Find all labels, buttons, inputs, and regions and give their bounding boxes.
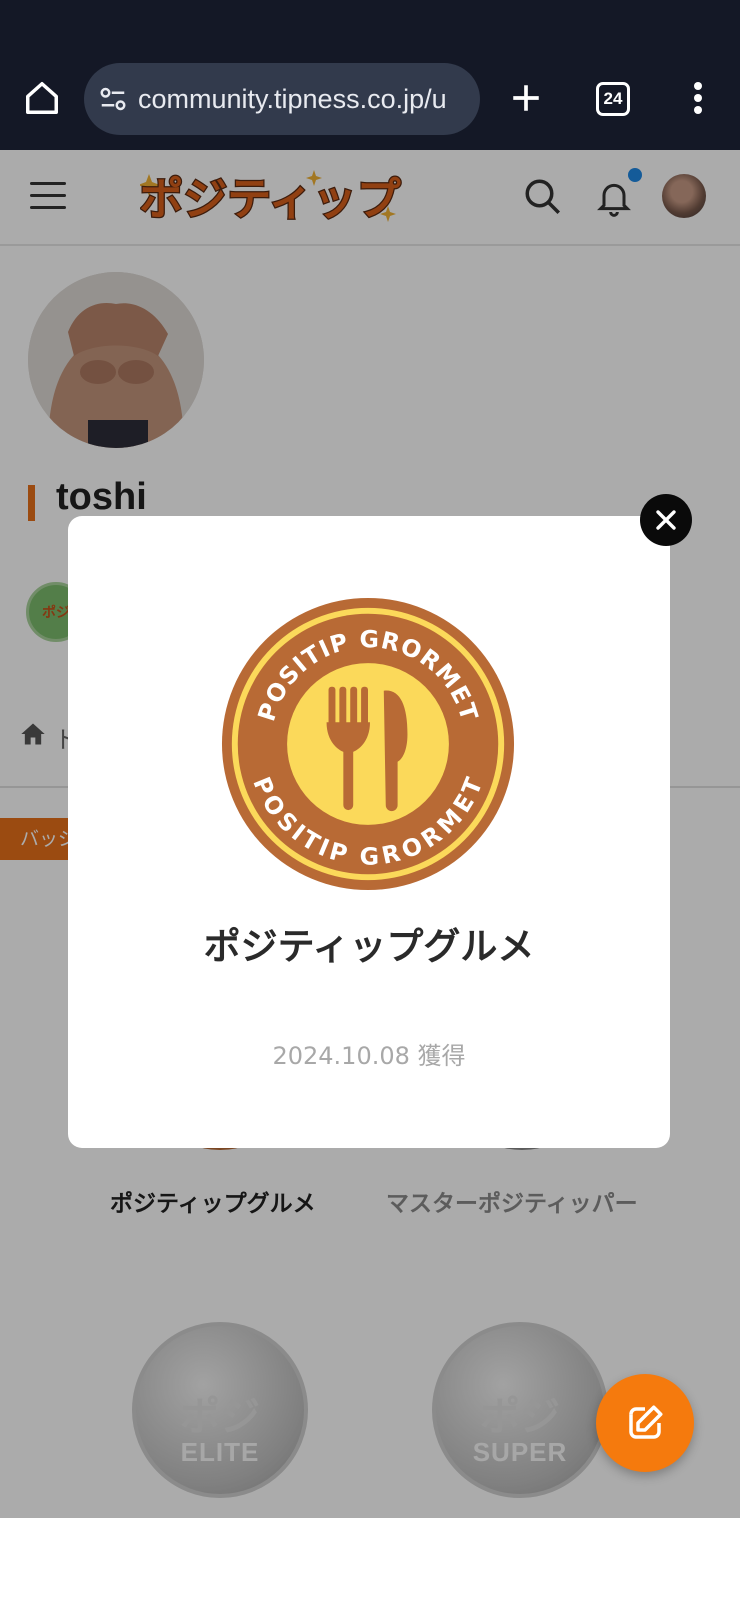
close-icon <box>656 510 676 530</box>
new-tab-icon[interactable] <box>502 74 550 122</box>
address-bar[interactable]: community.tipness.co.jp/u <box>84 63 480 135</box>
more-menu-icon[interactable] <box>678 74 718 122</box>
edit-icon <box>629 1405 663 1439</box>
modal-close-button[interactable] <box>640 494 692 546</box>
home-icon[interactable] <box>18 74 66 122</box>
modal-badge-title: ポジティップグルメ <box>203 925 535 968</box>
compose-post-button[interactable] <box>596 1374 694 1472</box>
tab-switcher-button[interactable]: 24 <box>590 76 636 122</box>
site-settings-icon[interactable] <box>98 84 128 114</box>
positip-gourmet-badge-icon: POSITIP GRORMET POSITIP GRORMET <box>221 597 515 891</box>
modal-badge-date: 2024.10.08 獲得 <box>272 1042 466 1070</box>
tab-count: 24 <box>596 82 630 116</box>
badge-modal: POSITIP GRORMET POSITIP GRORMET ポジティップグル… <box>68 516 670 1148</box>
browser-toolbar: community.tipness.co.jp/u 24 <box>0 0 740 150</box>
url-text: community.tipness.co.jp/u <box>138 83 447 114</box>
